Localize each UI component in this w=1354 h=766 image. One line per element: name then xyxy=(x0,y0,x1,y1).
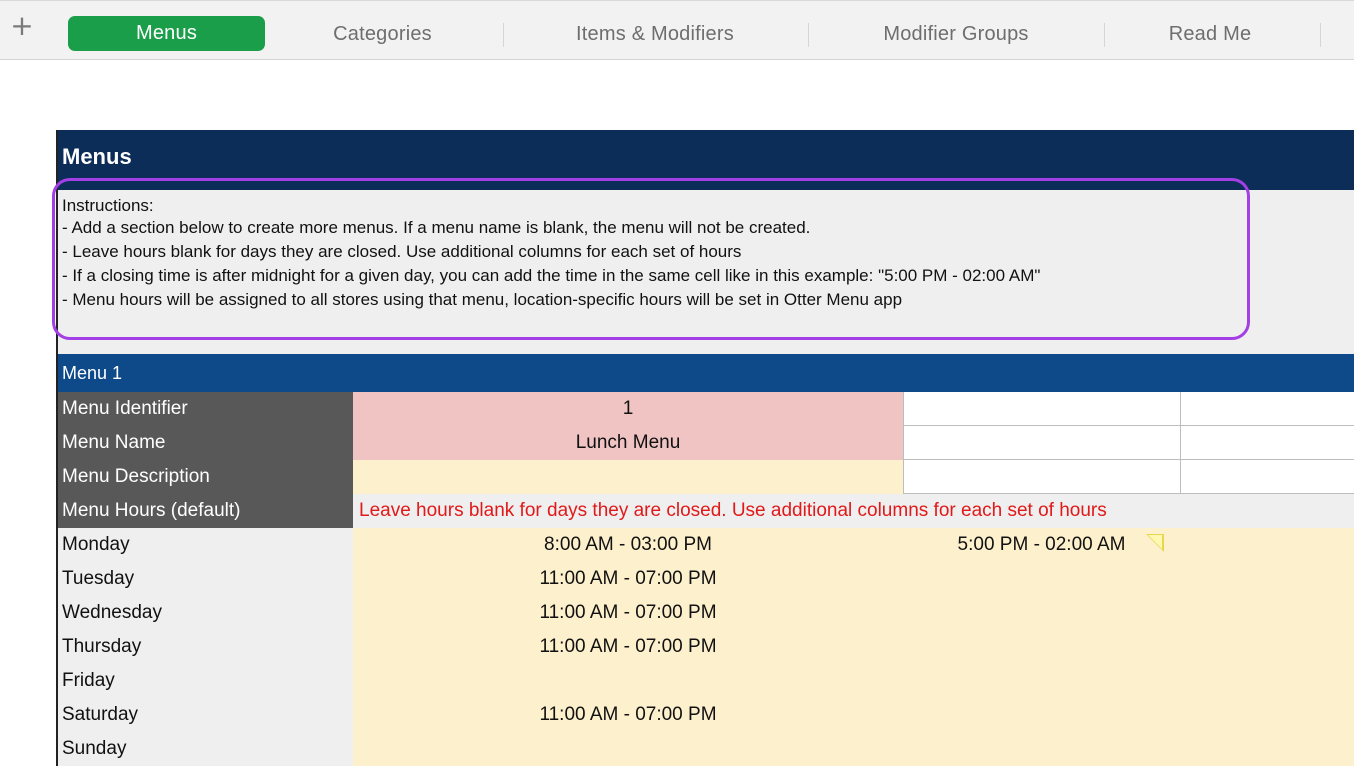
empty-cell[interactable] xyxy=(1180,392,1354,426)
day-label[interactable]: Sunday xyxy=(56,732,353,766)
sheet-title: Menus xyxy=(62,144,132,169)
day-label[interactable]: Thursday xyxy=(56,630,353,664)
hours-cell-1[interactable] xyxy=(353,664,903,698)
hours-cell-1[interactable]: 11:00 AM - 07:00 PM xyxy=(353,596,903,630)
tab-divider xyxy=(1320,23,1321,47)
day-label[interactable]: Saturday xyxy=(56,698,353,732)
menu-name-label[interactable]: Menu Name xyxy=(56,426,353,460)
empty-cell[interactable] xyxy=(1180,460,1354,494)
sheet-tab-bar: + Menus Categories Items & Modifiers Mod… xyxy=(0,0,1354,60)
hours-cell-2[interactable] xyxy=(903,698,1180,732)
hours-cell-2[interactable] xyxy=(903,664,1180,698)
day-row: Sunday xyxy=(56,732,1354,766)
hours-cell-1[interactable]: 11:00 AM - 07:00 PM xyxy=(353,698,903,732)
hours-cell-2[interactable]: 5:00 PM - 02:00 AM xyxy=(903,528,1180,562)
day-label[interactable]: Monday xyxy=(56,528,353,562)
empty-cell[interactable] xyxy=(903,460,1180,494)
hours-cell-2[interactable] xyxy=(903,732,1180,766)
hours-cell-1[interactable] xyxy=(353,732,903,766)
day-label[interactable]: Friday xyxy=(56,664,353,698)
menu-name-row: Menu Name Lunch Menu xyxy=(56,426,1354,460)
menu-hours-row: Menu Hours (default) Leave hours blank f… xyxy=(56,494,1354,528)
instructions-highlight-outline xyxy=(52,178,1250,340)
menu-name-cell[interactable]: Lunch Menu xyxy=(353,426,903,460)
day-label[interactable]: Tuesday xyxy=(56,562,353,596)
day-row: Tuesday 11:00 AM - 07:00 PM xyxy=(56,562,1354,596)
menu-description-row: Menu Description xyxy=(56,460,1354,494)
menu-description-cell[interactable] xyxy=(353,460,903,494)
comment-indicator-fill xyxy=(1148,535,1162,549)
tab-modifier-groups[interactable]: Modifier Groups xyxy=(835,17,1077,51)
menu-section-title: Menu 1 xyxy=(62,363,123,383)
day-row: Saturday 11:00 AM - 07:00 PM xyxy=(56,698,1354,732)
menu-section-header[interactable]: Menu 1 xyxy=(56,354,1354,392)
tab-divider xyxy=(1104,23,1105,47)
tab-categories[interactable]: Categories xyxy=(290,17,475,51)
day-row: Wednesday 11:00 AM - 07:00 PM xyxy=(56,596,1354,630)
empty-cell[interactable] xyxy=(1180,426,1354,460)
tab-divider xyxy=(808,23,809,47)
menu-identifier-label[interactable]: Menu Identifier xyxy=(56,392,353,426)
hours-cell-2[interactable] xyxy=(903,562,1180,596)
add-sheet-button[interactable]: + xyxy=(10,12,34,41)
day-row: Friday xyxy=(56,664,1354,698)
tab-read-me[interactable]: Read Me xyxy=(1130,17,1290,51)
day-row: Monday 8:00 AM - 03:00 PM 5:00 PM - 02:0… xyxy=(56,528,1354,562)
menu-identifier-cell[interactable]: 1 xyxy=(353,392,903,426)
tab-items-modifiers[interactable]: Items & Modifiers xyxy=(530,17,780,51)
menu-hours-label[interactable]: Menu Hours (default) xyxy=(56,494,353,528)
tab-menus[interactable]: Menus xyxy=(68,16,265,51)
hours-cell-1[interactable]: 8:00 AM - 03:00 PM xyxy=(353,528,903,562)
day-row: Thursday 11:00 AM - 07:00 PM xyxy=(56,630,1354,664)
tab-divider xyxy=(503,23,504,47)
empty-cell[interactable] xyxy=(903,392,1180,426)
hours-note[interactable]: Leave hours blank for days they are clos… xyxy=(353,494,1354,528)
hours-cell-2[interactable] xyxy=(903,630,1180,664)
day-label[interactable]: Wednesday xyxy=(56,596,353,630)
hours-cell-1[interactable]: 11:00 AM - 07:00 PM xyxy=(353,630,903,664)
hours-cell-2[interactable] xyxy=(903,596,1180,630)
hours-cell-1[interactable]: 11:00 AM - 07:00 PM xyxy=(353,562,903,596)
empty-cell[interactable] xyxy=(903,426,1180,460)
menu-description-label[interactable]: Menu Description xyxy=(56,460,353,494)
menu-identifier-row: Menu Identifier 1 xyxy=(56,392,1354,426)
